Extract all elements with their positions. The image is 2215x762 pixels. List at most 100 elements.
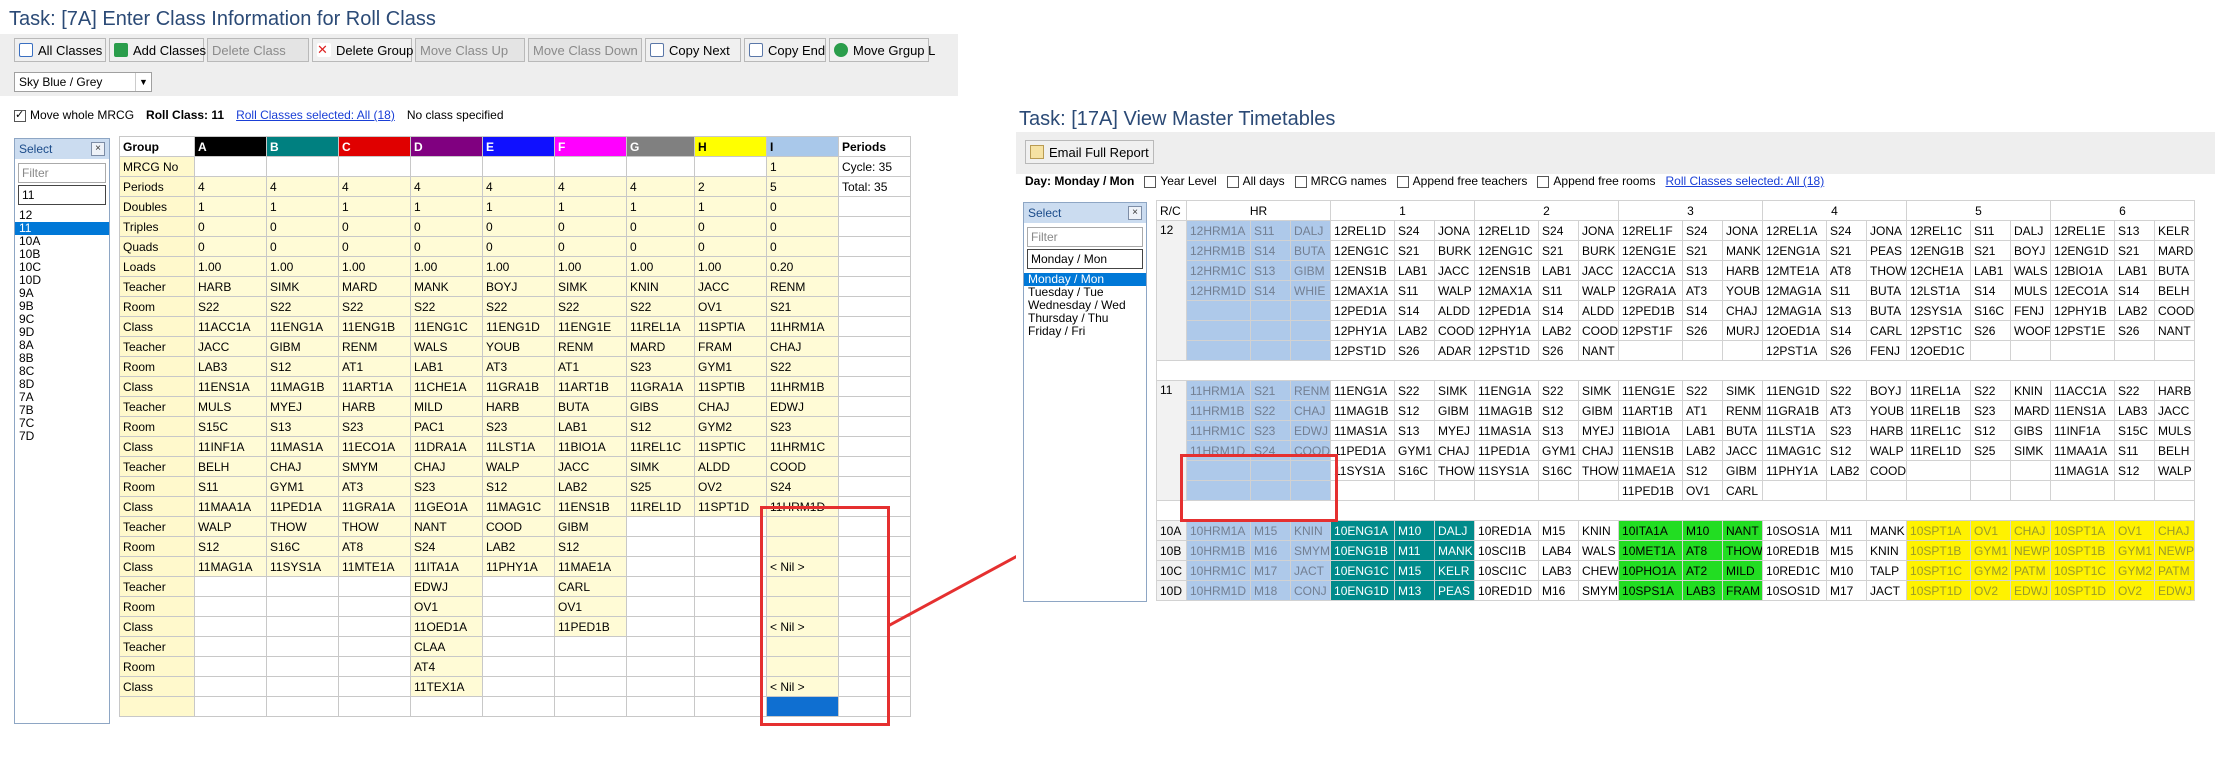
timetable-cell[interactable]: S21 <box>1538 240 1580 261</box>
timetable-cell[interactable]: BELH <box>2154 440 2196 461</box>
grid-cell[interactable]: 11DRA1A <box>410 436 483 457</box>
grid-cell[interactable] <box>626 516 695 537</box>
timetable-cell[interactable]: KNIN <box>1866 540 1908 561</box>
timetable-cell[interactable]: S26 <box>1970 320 2012 341</box>
timetable-cell[interactable]: 10RED1D <box>1474 580 1540 601</box>
grid-cell[interactable]: CHAJ <box>694 396 767 417</box>
timetable-cell[interactable] <box>1906 480 1972 501</box>
grid-cell[interactable]: SIMK <box>266 276 339 297</box>
timetable-cell[interactable] <box>1722 340 1764 361</box>
timetable-cell[interactable]: THOW <box>1722 540 1764 561</box>
timetable-cell[interactable]: JACT <box>1289 560 1332 581</box>
timetable-cell[interactable]: 12CHE1A <box>1906 260 1972 281</box>
timetable-cell[interactable]: 11ENG1D <box>1762 380 1828 401</box>
timetable-cell[interactable]: SMYM <box>1289 540 1332 561</box>
option-year-level-checkbox[interactable]: Year Level <box>1144 174 1217 188</box>
grid-cell[interactable]: MILD <box>410 396 483 417</box>
grid-cell[interactable]: 11PED1A <box>266 496 339 517</box>
timetable-cell[interactable]: 10ENG1D <box>1330 580 1396 601</box>
timetable-cell[interactable]: 10HRM1C <box>1186 560 1251 581</box>
grid-cell[interactable]: 4 <box>554 176 627 197</box>
timetable-cell[interactable]: OV1 <box>1970 520 2012 541</box>
grid-cell[interactable]: WALP <box>482 456 555 477</box>
group-column-G[interactable]: G <box>626 136 695 157</box>
timetable-cell[interactable]: WALP <box>1866 440 1908 461</box>
timetable-cell[interactable]: S22 <box>1970 380 2012 401</box>
grid-cell[interactable] <box>482 676 555 697</box>
timetable-cell[interactable] <box>1330 480 1396 501</box>
grid-cell[interactable] <box>194 596 267 617</box>
timetable-cell[interactable]: 12ENG1C <box>1474 240 1540 261</box>
grid-cell[interactable]: HARB <box>482 396 555 417</box>
grid-cell[interactable]: 11ART1B <box>554 376 627 397</box>
grid-cell[interactable]: 0 <box>338 236 411 257</box>
timetable-cell[interactable]: JACC <box>1722 440 1764 461</box>
timetable-cell[interactable]: S21 <box>2114 240 2156 261</box>
timetable-cell[interactable]: GIBS <box>2010 420 2052 441</box>
grid-cell[interactable]: 11HRM1A <box>766 316 839 337</box>
timetable-cell[interactable]: 11SYS1A <box>1474 460 1540 481</box>
timetable-cell[interactable]: 12PED1A <box>1330 300 1396 321</box>
timetable-cell[interactable]: 12HRM1A <box>1186 220 1251 241</box>
timetable-cell[interactable]: CHEW <box>1578 560 1620 581</box>
timetable-cell[interactable]: NEWP <box>2010 540 2052 561</box>
grid-cell[interactable] <box>266 636 339 657</box>
grid-cell[interactable] <box>266 576 339 597</box>
grid-cell[interactable]: 0 <box>194 236 267 257</box>
timetable-cell[interactable]: S21 <box>1394 240 1436 261</box>
timetable-cell[interactable]: 11ENS1A <box>2050 400 2116 421</box>
timetable-cell[interactable]: 10SPT1C <box>1906 560 1972 581</box>
grid-cell[interactable]: 11ACC1A <box>194 316 267 337</box>
timetable-cell[interactable]: 11HRM1C <box>1186 420 1251 441</box>
timetable-cell[interactable]: 10SCI1B <box>1474 540 1540 561</box>
timetable-cell[interactable]: 11ACC1A <box>2050 380 2116 401</box>
grid-cell[interactable]: 11GRA1A <box>626 376 695 397</box>
group-column-F[interactable]: F <box>554 136 627 157</box>
timetable-cell[interactable]: 12ENG1A <box>1762 240 1828 261</box>
timetable-cell[interactable]: S21 <box>1250 380 1291 401</box>
timetable-cell[interactable]: S25 <box>1970 440 2012 461</box>
grid-cell[interactable]: COOD <box>766 456 839 477</box>
timetable-cell[interactable]: M18 <box>1250 580 1291 601</box>
timetable-cell[interactable]: S13 <box>1826 300 1868 321</box>
timetable-cell[interactable]: S14 <box>1538 300 1580 321</box>
select-filter-input[interactable]: Filter <box>18 163 106 183</box>
timetable-cell[interactable]: ALDD <box>1578 300 1620 321</box>
grid-cell[interactable]: 4 <box>338 176 411 197</box>
timetable-cell[interactable]: 10SOS1D <box>1762 580 1828 601</box>
timetable-cell[interactable] <box>1762 480 1828 501</box>
timetable-cell[interactable]: 10ENG1B <box>1330 540 1396 561</box>
grid-cell[interactable]: 0 <box>694 236 767 257</box>
color-scheme-select[interactable]: Sky Blue / Grey ▼ <box>14 72 152 92</box>
timetable-cell[interactable]: M16 <box>1250 540 1291 561</box>
grid-cell[interactable] <box>694 696 767 717</box>
grid-cell[interactable]: 11PHY1A <box>482 556 555 577</box>
grid-cell[interactable]: 1 <box>482 196 555 217</box>
timetable-cell[interactable]: 12ENG1C <box>1330 240 1396 261</box>
timetable-cell[interactable] <box>1682 340 1724 361</box>
grid-cell[interactable] <box>194 616 267 637</box>
timetable-cell[interactable]: 11BIO1A <box>1618 420 1684 441</box>
grid-cell[interactable] <box>626 696 695 717</box>
grid-cell[interactable]: 1 <box>694 196 767 217</box>
timetable-cell[interactable]: KNIN <box>1578 520 1620 541</box>
grid-cell[interactable] <box>266 696 339 717</box>
grid-cell[interactable] <box>626 676 695 697</box>
timetable-cell[interactable]: S21 <box>1970 240 2012 261</box>
timetable-cell[interactable]: JONA <box>1866 220 1908 241</box>
timetable-cell[interactable]: JACC <box>1578 260 1620 281</box>
timetable-cell[interactable]: JACC <box>2154 400 2196 421</box>
grid-cell[interactable]: 5 <box>766 176 839 197</box>
timetable-cell[interactable]: M10 <box>1394 520 1436 541</box>
grid-cell[interactable] <box>626 536 695 557</box>
timetable-cell[interactable]: 11REL1D <box>1906 440 1972 461</box>
timetable-cell[interactable]: 10RED1C <box>1762 560 1828 581</box>
grid-cell[interactable]: LAB1 <box>410 356 483 377</box>
timetable-cell[interactable]: PATM <box>2010 560 2052 581</box>
roll-class-cell[interactable]: 10A <box>1156 520 1187 541</box>
timetable-cell[interactable]: BOYJ <box>1866 380 1908 401</box>
timetable-cell[interactable]: MYEJ <box>1578 420 1620 441</box>
timetable-cell[interactable]: CHAJ <box>1578 440 1620 461</box>
timetable-cell[interactable]: HARB <box>1866 420 1908 441</box>
timetable-cell[interactable]: 10SPT1C <box>2050 560 2116 581</box>
